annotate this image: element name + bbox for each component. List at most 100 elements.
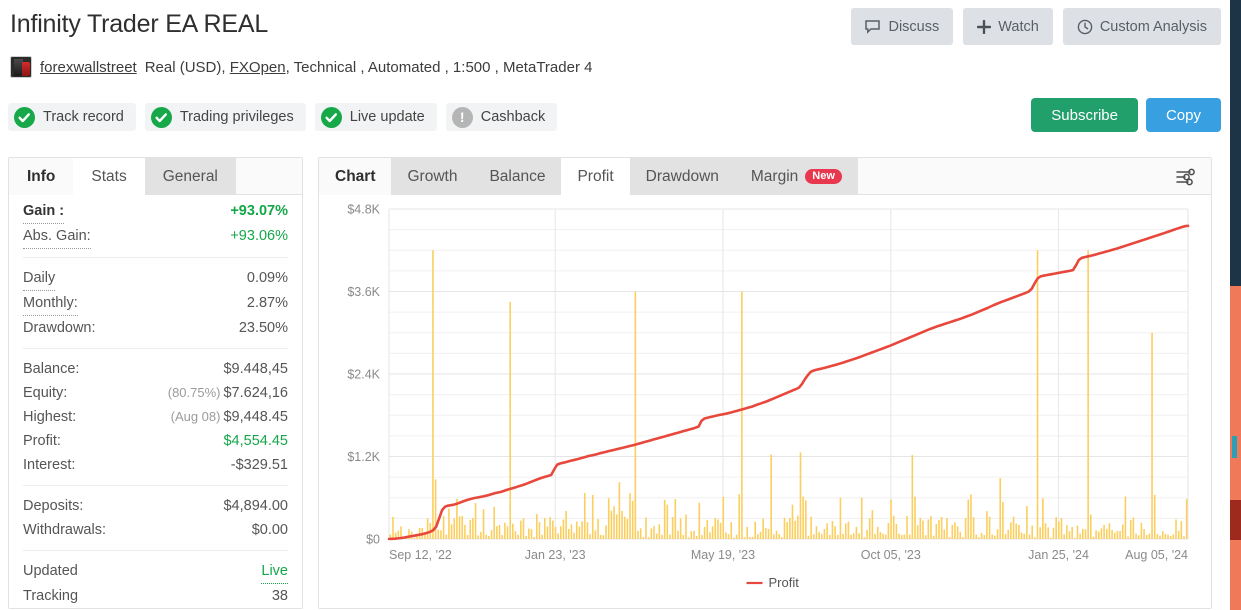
divider — [23, 485, 288, 486]
stat-row-tracking: Tracking 38 — [23, 584, 288, 608]
svg-text:$1.2K: $1.2K — [347, 450, 380, 464]
svg-text:Jan 23, '23: Jan 23, '23 — [525, 548, 586, 562]
badge-cashback[interactable]: Cashback — [445, 103, 558, 131]
tab-general[interactable]: General — [144, 158, 236, 195]
tab-chart[interactable]: Chart — [319, 158, 392, 195]
stat-label[interactable]: Abs. Gain: — [23, 224, 91, 249]
new-badge: New — [805, 169, 842, 184]
clock-icon — [1077, 19, 1093, 35]
svg-text:Jan 25, '24: Jan 25, '24 — [1028, 548, 1089, 562]
comment-icon — [865, 19, 881, 34]
page-edge-navy — [1230, 0, 1241, 286]
badge-live-update[interactable]: Live update — [314, 103, 437, 131]
svg-text:Sep 12, '22: Sep 12, '22 — [389, 548, 452, 562]
badge-label: Cashback — [480, 109, 546, 125]
stat-row-gain: Gain : +93.07% — [23, 199, 288, 224]
svg-text:$3.6K: $3.6K — [347, 285, 380, 299]
stat-row-monthly: Monthly: 2.87% — [23, 291, 288, 316]
stat-row-updated: Updated Live — [23, 559, 288, 584]
stats-sidebar: Info Stats General Gain : +93.07% Abs. G… — [8, 157, 303, 609]
stat-value: $9,448.45 — [223, 409, 288, 425]
watch-label: Watch — [998, 18, 1039, 35]
page-root: Infinity Trader EA REAL Discuss Watch Cu… — [0, 0, 1241, 610]
badge-label: Trading privileges — [179, 109, 294, 125]
custom-analysis-label: Custom Analysis — [1099, 18, 1207, 35]
watch-button[interactable]: Watch — [963, 8, 1053, 45]
stat-label[interactable]: Gain : — [23, 199, 65, 224]
broker-link[interactable]: FXOpen — [230, 59, 286, 76]
stat-value: 23.50% — [238, 320, 288, 336]
svg-text:Oct 05, '23: Oct 05, '23 — [861, 548, 921, 562]
stat-group-funding: Deposits: $4,894.00 Withdrawals: $0.00 — [9, 490, 302, 546]
tab-margin[interactable]: Margin New — [734, 158, 858, 195]
stat-value: $4,894.00 — [223, 498, 288, 514]
stat-label: Withdrawals: — [23, 522, 106, 538]
stat-value: 38 — [271, 588, 288, 604]
stat-row-equity: Equity: (80.75%) $7.624,16 — [23, 381, 288, 405]
stat-value-prefix: (Aug 08) — [170, 409, 221, 424]
badge-label: Live update — [349, 109, 425, 125]
stat-group-status: Updated Live Tracking 38 — [9, 555, 302, 610]
account-username-link[interactable]: forexwallstreet — [40, 59, 137, 76]
stat-label: Drawdown: — [23, 320, 96, 336]
badge-trading-privileges[interactable]: Trading privileges — [144, 103, 306, 131]
check-icon — [320, 106, 342, 128]
stat-value: $9.448,45 — [223, 361, 288, 377]
stat-value-prefix: (80.75%) — [167, 385, 221, 400]
stat-group-gain: Gain : +93.07% Abs. Gain: +93.06% — [9, 195, 302, 253]
stat-row-abs-gain: Abs. Gain: +93.06% — [23, 224, 288, 249]
stat-label: Interest: — [23, 457, 76, 473]
tab-info[interactable]: Info — [9, 158, 74, 195]
sliders-icon[interactable] — [1173, 165, 1199, 189]
subscribe-button[interactable]: Subscribe — [1031, 98, 1138, 132]
stat-label[interactable]: Monthly: — [23, 291, 78, 316]
account-meta: Real (USD), FXOpen, Technical , Automate… — [145, 59, 593, 76]
stat-value: +93.07% — [230, 203, 288, 219]
check-icon — [150, 106, 172, 128]
exclamation-icon — [451, 106, 473, 128]
tab-drawdown[interactable]: Drawdown — [629, 158, 735, 195]
chart-tabs: Chart Growth Balance Profit Drawdown Mar… — [319, 158, 1211, 196]
tab-balance[interactable]: Balance — [473, 158, 562, 195]
stat-value: -$329.51 — [230, 457, 288, 473]
badge-track-record[interactable]: Track record — [8, 103, 136, 131]
tab-margin-label: Margin — [750, 167, 799, 185]
badge-label: Track record — [43, 109, 124, 125]
stat-row-interest: Interest: -$329.51 — [23, 453, 288, 477]
discuss-button[interactable]: Discuss — [851, 8, 954, 45]
chart-panel: Chart Growth Balance Profit Drawdown Mar… — [318, 157, 1212, 609]
discuss-label: Discuss — [888, 18, 940, 35]
tab-growth[interactable]: Growth — [391, 158, 474, 195]
stat-label: Equity: — [23, 385, 68, 401]
stat-value-wrap: (80.75%) $7.624,16 — [168, 381, 288, 405]
tab-stats[interactable]: Stats — [73, 158, 145, 196]
header-actions: Discuss Watch Custom Analysis — [851, 8, 1221, 45]
stat-label: Tracking — [23, 588, 79, 604]
stat-label: Profit: — [23, 433, 61, 449]
stat-label: Highest: — [23, 409, 77, 425]
copy-button[interactable]: Copy — [1145, 98, 1221, 132]
check-icon — [14, 106, 35, 128]
stat-value: +93.06% — [230, 228, 288, 244]
stat-value: 2.87% — [246, 295, 288, 311]
stat-label[interactable]: Daily — [23, 266, 56, 291]
sidebar-tabs: Info Stats General — [9, 158, 302, 196]
custom-analysis-button[interactable]: Custom Analysis — [1062, 8, 1221, 45]
stat-row-withdrawals: Withdrawals: $0.00 — [23, 518, 288, 542]
tab-profit[interactable]: Profit — [561, 158, 630, 196]
stat-row-daily: Daily 0.09% — [23, 266, 288, 291]
stat-label: Updated — [23, 563, 78, 579]
verification-badges: Track record Trading privileges Live upd… — [8, 103, 558, 131]
live-link[interactable]: Live — [261, 559, 288, 584]
svg-text:May 19, '23: May 19, '23 — [691, 548, 755, 562]
profit-chart[interactable]: $0 $1.2K $2.4K $3.6K $4.8K Sep 12, '22 Jan 23,… — [319, 195, 1213, 609]
divider — [23, 550, 288, 551]
stat-value: $4,554.45 — [223, 433, 288, 449]
stat-label: Balance: — [23, 361, 80, 377]
stat-group-performance: Daily 0.09% Monthly: 2.87% Drawdown: 23.… — [9, 262, 302, 344]
page-edge-teal — [1232, 436, 1237, 458]
stat-value: $7.624,16 — [223, 385, 288, 401]
stat-row-drawdown: Drawdown: 23.50% — [23, 316, 288, 340]
plus-icon — [977, 19, 992, 34]
stat-row-highest: Highest: (Aug 08) $9,448.45 — [23, 405, 288, 429]
